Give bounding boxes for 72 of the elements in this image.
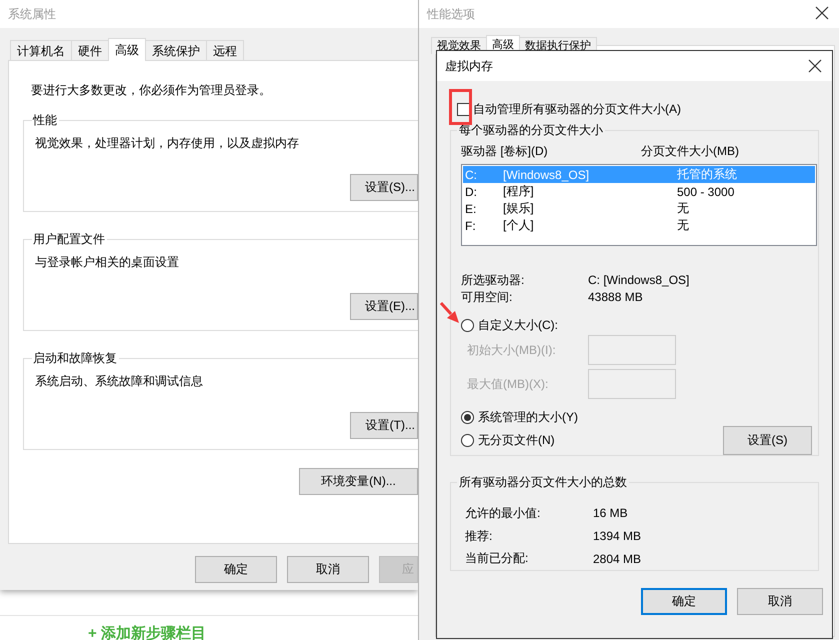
drive-size: 无	[677, 200, 689, 217]
input-field[interactable]	[588, 369, 676, 399]
drive-volume: [Windows8_OS]	[503, 168, 590, 182]
column-header: 驱动器 [卷标](D)	[461, 143, 549, 160]
group-description: 视觉效果，处理器计划，内存使用，以及虚拟内存	[35, 135, 300, 152]
checkbox[interactable]	[457, 103, 470, 116]
drive-letter: C:	[465, 168, 478, 182]
no-paging-option[interactable]: 无分页文件(N)	[461, 432, 555, 450]
dialog-button[interactable]: 确定	[641, 588, 727, 615]
tab[interactable]: 硬件	[71, 40, 109, 60]
field-label: 最大值(MB)(X):	[466, 376, 550, 392]
group-title: 性能	[32, 112, 58, 129]
settings-button[interactable]: 设置(T)...	[350, 412, 418, 439]
close-icon[interactable]	[815, 6, 829, 20]
group-title: 所有驱动器分页文件大小的总数	[458, 474, 628, 491]
drive-letter: D:	[465, 184, 478, 198]
radio-label: 系统管理的大小(Y)	[478, 408, 578, 426]
drive-volume: [个人]	[503, 217, 535, 234]
drive-row[interactable]: D: [程序] 500 - 3000	[463, 183, 815, 200]
tab[interactable]: 远程	[206, 40, 244, 60]
dialog-button[interactable]: 取消	[737, 588, 823, 615]
drive-row[interactable]: E: [娱乐] 无	[463, 200, 815, 217]
group-description: 系统启动、系统故障和调试信息	[35, 373, 204, 390]
drive-size: 托管的系统	[677, 166, 737, 183]
checkbox-label: 自动管理所有驱动器的分页文件大小(A)	[473, 101, 681, 118]
drive-volume: [娱乐]	[503, 200, 535, 217]
input-field[interactable]	[588, 335, 676, 365]
tab[interactable]: 系统保护	[145, 40, 207, 60]
annotation-arrow	[440, 302, 459, 323]
info-value: C: [Windows8_OS]	[588, 273, 690, 287]
settings-button[interactable]: 设置(E)...	[350, 293, 418, 320]
annotation-rectangle	[449, 89, 472, 125]
total-label: 允许的最小值:	[465, 504, 542, 522]
tab[interactable]: 高级	[108, 38, 146, 61]
field-label: 初始大小(MB)(I):	[466, 342, 557, 358]
group-title: 每个驱动器的分页文件大小	[458, 122, 604, 139]
info-value: 43888 MB	[588, 290, 643, 304]
notice-text: 要进行大多数更改，你必须作为管理员登录。	[31, 82, 272, 99]
total-label: 推荐:	[465, 528, 494, 544]
radio-label: 无分页文件(N)	[478, 432, 555, 449]
environment-variables-button[interactable]: 环境变量(N)...	[299, 468, 418, 495]
drive-letter: E:	[465, 202, 478, 216]
drive-row[interactable]: F: [个人] 无	[463, 217, 815, 234]
radio-label: 自定义大小(C):	[478, 317, 558, 334]
tab[interactable]: 计算机名	[10, 40, 72, 60]
window-title: 系统属性	[8, 6, 56, 22]
radio-button[interactable]	[461, 410, 474, 424]
drive-size: 无	[677, 217, 689, 234]
close-icon[interactable]	[808, 59, 822, 73]
group-title: 用户配置文件	[32, 231, 106, 248]
custom-size-option[interactable]: 自定义大小(C):	[461, 316, 558, 334]
dialog-button[interactable]: 确定	[195, 556, 277, 583]
system-managed-option[interactable]: 系统管理的大小(Y)	[461, 408, 578, 426]
column-header: 分页文件大小(MB)	[641, 143, 739, 160]
dialog-button[interactable]: 取消	[286, 556, 369, 583]
info-label: 所选驱动器:	[461, 272, 526, 288]
radio-button[interactable]	[461, 319, 474, 332]
set-button[interactable]: 设置(S)	[723, 426, 812, 455]
drive-volume: [程序]	[503, 183, 535, 200]
total-label: 当前已分配:	[465, 550, 530, 568]
total-value: 1394 MB	[593, 529, 642, 543]
total-value: 16 MB	[593, 506, 628, 520]
settings-button[interactable]: 设置(S)...	[350, 174, 418, 201]
window-title: 性能选项	[427, 6, 475, 22]
group-title: 启动和故障恢复	[32, 350, 118, 367]
total-value: 2804 MB	[593, 552, 642, 566]
group-description: 与登录帐户相关的桌面设置	[35, 254, 180, 271]
radio-button[interactable]	[461, 434, 474, 447]
dialog-title: 虚拟内存	[445, 58, 493, 74]
drive-size: 500 - 3000	[677, 184, 734, 198]
info-label: 可用空间:	[461, 288, 514, 306]
drive-letter: F:	[465, 218, 477, 232]
